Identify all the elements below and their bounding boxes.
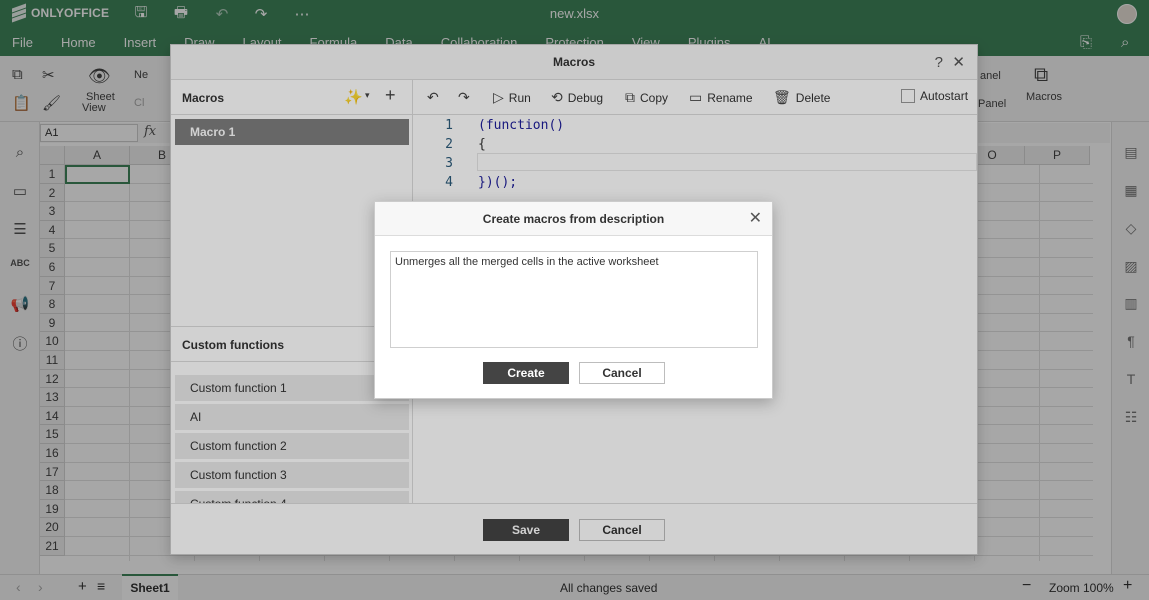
close-icon[interactable]: ✕ [749,202,762,236]
create-macro-dialog-header: Create macros from description ✕ [375,202,772,236]
create-macro-dialog-title: Create macros from description [482,212,665,226]
create-button[interactable]: Create [483,362,569,384]
create-macro-dialog: Create macros from description ✕ Unmerge… [374,201,773,399]
cancel-button[interactable]: Cancel [579,362,665,384]
description-textarea[interactable]: Unmerges all the merged cells in the act… [390,251,758,348]
